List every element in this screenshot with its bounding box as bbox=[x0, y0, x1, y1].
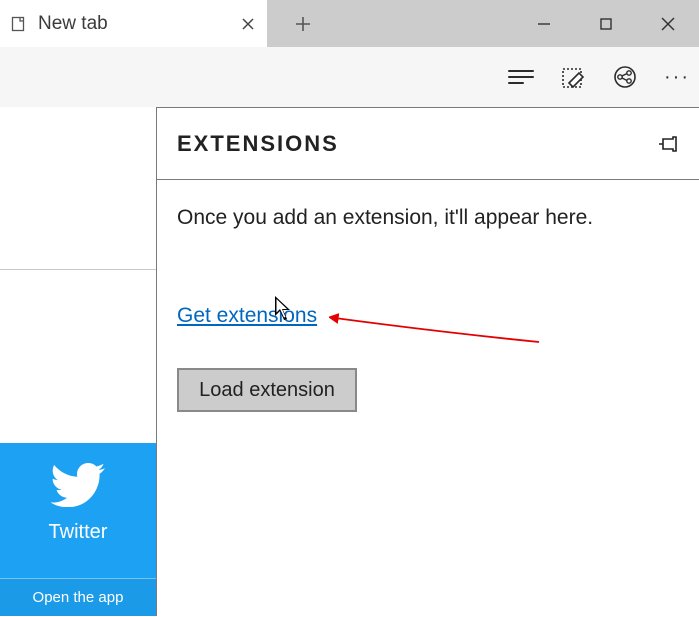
pin-icon[interactable] bbox=[657, 131, 683, 157]
browser-tab[interactable]: New tab bbox=[0, 0, 267, 47]
address-bar-strip bbox=[0, 107, 156, 270]
panel-message: Once you add an extension, it'll appear … bbox=[177, 206, 679, 230]
twitter-bird-icon bbox=[0, 463, 156, 507]
open-app-button[interactable]: Open the app bbox=[0, 578, 156, 616]
tab-bar: New tab bbox=[0, 0, 699, 47]
more-icon[interactable]: ··· bbox=[663, 63, 691, 91]
twitter-tile[interactable]: Twitter Open the app bbox=[0, 443, 156, 616]
close-window-button[interactable] bbox=[637, 0, 699, 47]
minimize-button[interactable] bbox=[513, 0, 575, 47]
close-tab-button[interactable] bbox=[241, 0, 255, 47]
panel-header: EXTENSIONS bbox=[157, 108, 699, 180]
window-controls bbox=[513, 0, 699, 47]
hub-icon[interactable] bbox=[507, 63, 535, 91]
maximize-button[interactable] bbox=[575, 0, 637, 47]
get-extensions-link[interactable]: Get extensions bbox=[177, 304, 317, 328]
panel-body: Once you add an extension, it'll appear … bbox=[157, 180, 699, 438]
browser-toolbar: ··· bbox=[0, 47, 699, 107]
load-extension-button[interactable]: Load extension bbox=[177, 368, 357, 412]
twitter-tile-name: Twitter bbox=[0, 521, 156, 544]
web-notes-icon[interactable] bbox=[559, 63, 587, 91]
new-tab-button[interactable] bbox=[280, 0, 326, 47]
share-icon[interactable] bbox=[611, 63, 639, 91]
panel-title: EXTENSIONS bbox=[177, 131, 339, 157]
page-icon bbox=[10, 15, 28, 33]
tab-title: New tab bbox=[38, 13, 108, 35]
extensions-panel: EXTENSIONS Once you add an extension, it… bbox=[156, 107, 699, 616]
